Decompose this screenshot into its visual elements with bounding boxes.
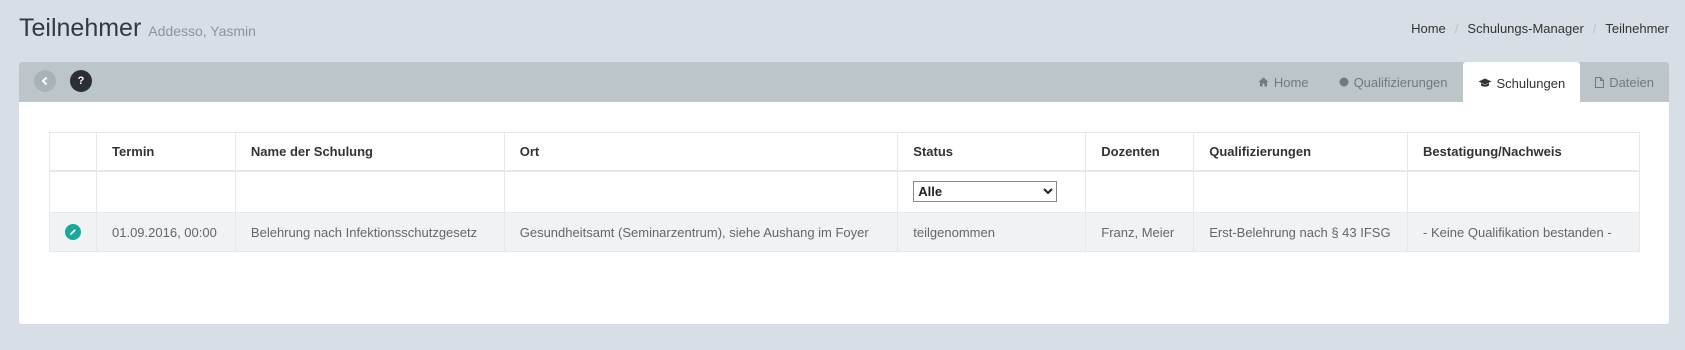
circle-icon — [1339, 77, 1349, 87]
tab-label: Qualifizierungen — [1353, 74, 1448, 90]
status-filter-select[interactable]: Alle — [913, 181, 1058, 203]
tab-label: Dateien — [1609, 74, 1654, 90]
filter-cell — [503, 170, 899, 213]
column-header-nachweis[interactable]: Bestatigung/Nachweis — [1407, 132, 1640, 172]
home-icon — [1258, 77, 1269, 87]
filter-cell — [1193, 170, 1409, 213]
column-header-dozenten[interactable]: Dozenten — [1085, 132, 1195, 172]
panel-toolbar: ? Home Qualifizierungen Schulungen Datei… — [19, 62, 1669, 104]
tab-bar: Home Qualifizierungen Schulungen Dateien — [1243, 62, 1669, 104]
cell-ort: Gesundheitsamt (Seminarzentrum), siehe A… — [503, 212, 899, 252]
tab-label: Home — [1273, 74, 1309, 90]
tab-home[interactable]: Home — [1243, 62, 1324, 102]
cell-status: teilgenommen — [897, 212, 1087, 252]
tab-dateien[interactable]: Dateien — [1580, 62, 1669, 102]
breadcrumb: Home / Schulungs-Manager / Teilnehmer — [1411, 21, 1669, 36]
cell-nachweis: - Keine Qualifikation bestanden - — [1407, 212, 1640, 252]
column-header-qualifizierungen[interactable]: Qualifizierungen — [1193, 132, 1409, 172]
filter-cell — [1407, 170, 1640, 213]
page-title: Teilnehmer — [19, 14, 142, 42]
file-icon — [1595, 76, 1605, 88]
graduation-cap-icon — [1478, 78, 1492, 87]
column-header-ort[interactable]: Ort — [503, 132, 899, 172]
filter-cell — [1085, 170, 1195, 213]
cell-termin: 01.09.2016, 00:00 — [96, 212, 236, 252]
cell-dozenten: Franz, Meier — [1085, 212, 1195, 252]
back-button[interactable] — [34, 70, 56, 92]
cell-qualifizierungen: Erst-Belehrung nach § 43 IFSG — [1193, 212, 1409, 252]
filter-cell-status: Alle — [897, 170, 1087, 213]
tab-schulungen[interactable]: Schulungen — [1462, 62, 1581, 104]
filter-row: Alle — [49, 170, 1640, 213]
breadcrumb-schulungs-manager[interactable]: Schulungs-Manager — [1467, 21, 1583, 36]
row-actions-cell — [49, 212, 97, 252]
pencil-icon — [70, 229, 76, 235]
cell-name: Belehrung nach Infektionsschutzgesetz — [234, 212, 505, 252]
schulungen-table: Termin Name der Schulung Ort Status Doze… — [49, 132, 1640, 252]
table-row: 01.09.2016, 00:00 Belehrung nach Infekti… — [49, 212, 1640, 252]
filter-cell — [96, 170, 236, 213]
breadcrumb-separator: / — [1454, 21, 1459, 36]
column-header-termin[interactable]: Termin — [96, 132, 236, 172]
main-panel: ? Home Qualifizierungen Schulungen Datei… — [19, 62, 1669, 324]
breadcrumb-separator: / — [1592, 21, 1597, 36]
help-button[interactable]: ? — [70, 70, 92, 92]
page-header: Teilnehmer Addesso, Yasmin — [19, 14, 256, 43]
chevron-left-icon — [41, 76, 48, 86]
table-header-row: Termin Name der Schulung Ort Status Doze… — [49, 132, 1640, 172]
tab-label: Schulungen — [1496, 75, 1566, 91]
page-subtitle: Addesso, Yasmin — [148, 23, 256, 39]
column-header-actions — [49, 132, 97, 172]
filter-cell — [234, 170, 505, 213]
breadcrumb-home[interactable]: Home — [1411, 21, 1446, 36]
column-header-name[interactable]: Name der Schulung — [234, 132, 505, 172]
tab-qualifizierungen[interactable]: Qualifizierungen — [1324, 62, 1463, 102]
filter-cell — [49, 170, 97, 213]
edit-button[interactable] — [65, 224, 81, 240]
column-header-status[interactable]: Status — [897, 132, 1087, 172]
breadcrumb-current: Teilnehmer — [1605, 21, 1669, 36]
